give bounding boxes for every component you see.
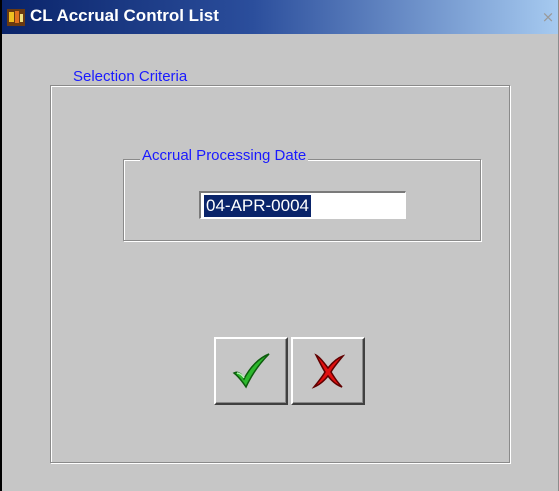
- selection-criteria-label: Selection Criteria: [71, 68, 190, 85]
- close-icon[interactable]: ×: [540, 9, 556, 25]
- title-bar[interactable]: CL Accrual Control List ×: [2, 0, 558, 34]
- red-x-icon: [311, 353, 345, 389]
- accrual-date-value: 04-APR-0004: [204, 195, 312, 217]
- app-icon: [7, 9, 25, 26]
- ok-button[interactable]: [214, 337, 288, 405]
- window-title: CL Accrual Control List: [30, 6, 219, 25]
- cancel-button[interactable]: [291, 337, 365, 405]
- accrual-date-input[interactable]: 04-APR-0004: [199, 191, 406, 219]
- accrual-date-label: Accrual Processing Date: [140, 147, 309, 164]
- green-checkmark-icon: [232, 353, 270, 389]
- dialog-window: CL Accrual Control List × Selection Crit…: [0, 0, 559, 491]
- selection-criteria-group: [50, 85, 510, 463]
